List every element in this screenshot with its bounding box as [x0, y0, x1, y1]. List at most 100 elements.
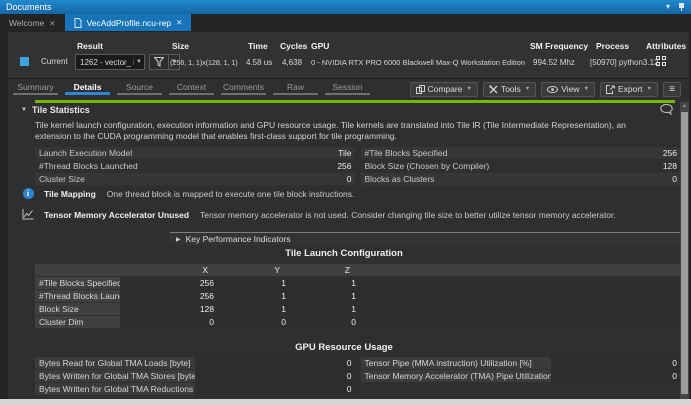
- attributes-grid-icon[interactable]: [656, 56, 667, 67]
- process-value: [50970] python3.12: [590, 58, 659, 67]
- cell-z: 1: [292, 277, 362, 289]
- scrollbar-thumb[interactable]: [681, 112, 688, 394]
- pin-icon[interactable]: [678, 3, 685, 11]
- gpu-resource-usage-title: GPU Resource Usage: [8, 342, 680, 353]
- view-button[interactable]: View ▼: [541, 82, 595, 97]
- row-value: 256: [245, 160, 355, 172]
- cycles-column-label: Cycles: [280, 41, 307, 51]
- menu-icon[interactable]: ≡: [663, 82, 681, 97]
- tab-context[interactable]: Context: [166, 82, 217, 96]
- row-label: #Tile Blocks Specified: [35, 277, 120, 289]
- size-value: (256, 1, 1)x(128, 1, 1): [170, 58, 238, 67]
- cell-x: 256: [120, 277, 220, 289]
- comment-icon[interactable]: [660, 104, 673, 115]
- cycles-value: 4,638: [282, 58, 302, 67]
- row-label: #Thread Blocks Launched: [35, 290, 120, 302]
- sm-frequency-value: 994.52 Mhz: [533, 58, 575, 67]
- row-label: Tensor Memory Accelerator (TMA) Pipe Uti…: [361, 370, 551, 382]
- document-icon: [74, 18, 82, 28]
- tools-button[interactable]: Tools ▼: [483, 82, 536, 97]
- chevron-down-icon[interactable]: ▾: [666, 2, 670, 12]
- gpu-column-label: GPU: [311, 41, 329, 51]
- filter-button[interactable]: [149, 54, 169, 70]
- row-label: #Thread Blocks Launched: [35, 160, 245, 172]
- chevron-down-icon: ▼: [133, 59, 144, 65]
- tab-vecaddprofile[interactable]: VecAddProfile.ncu-rep ✕: [65, 14, 192, 31]
- tab-welcome[interactable]: Welcome ✕: [0, 15, 65, 31]
- tab-comments[interactable]: Comments: [218, 82, 269, 96]
- row-value: 0: [551, 370, 681, 382]
- cell-x: 128: [120, 303, 220, 315]
- tab-source[interactable]: Source: [114, 82, 165, 96]
- gpu-resource-usage-table: Bytes Read for Global TMA Loads [byte] 0…: [35, 357, 680, 396]
- tab-summary[interactable]: Summary: [10, 82, 61, 96]
- row-value: 0: [195, 383, 355, 395]
- row-value: 0: [570, 173, 680, 185]
- table-row: Bytes Read for Global TMA Loads [byte] 0…: [35, 357, 680, 369]
- cell-z: 0: [292, 316, 362, 328]
- compare-button-label: Compare: [428, 84, 463, 94]
- eye-icon: [547, 85, 558, 94]
- table-row: #Thread Blocks Launched 256 Block Size (…: [35, 160, 680, 172]
- cell-x: 0: [120, 316, 220, 328]
- row-value: 256: [570, 147, 680, 159]
- cell-z: 1: [292, 303, 362, 315]
- compare-button[interactable]: Compare ▼: [410, 82, 478, 97]
- report-panel: Current Result 1262 - vector_ ▼ ▼ Size (…: [8, 32, 689, 399]
- page-tabbar: Summary Details Source Context Comments …: [8, 79, 689, 99]
- notice-title: Tensor Memory Accelerator Unused: [44, 210, 189, 220]
- close-icon[interactable]: ✕: [49, 19, 55, 28]
- size-column-label: Size: [172, 41, 189, 51]
- cell-x: 256: [120, 290, 220, 302]
- column-header-y: Y: [220, 264, 292, 276]
- row-label: Cluster Size: [35, 173, 245, 185]
- close-icon[interactable]: ✕: [176, 18, 182, 27]
- notice-text: Tensor memory accelerator is not used. C…: [200, 210, 616, 220]
- section-progress-bar: [35, 100, 675, 103]
- current-label: Current: [41, 57, 68, 66]
- current-result-color-swatch[interactable]: [20, 57, 29, 66]
- row-label: Block Size: [35, 303, 120, 315]
- chevron-down-icon: ▼: [525, 86, 530, 92]
- key-performance-indicators-expander[interactable]: ▶ Key Performance Indicators: [170, 232, 680, 245]
- tile-launch-configuration-title: Tile Launch Configuration: [8, 248, 680, 259]
- row-label: Bytes Read for Global TMA Loads [byte]: [35, 357, 195, 369]
- tile-statistics-description: Tile kernel launch configuration, execut…: [35, 120, 659, 141]
- export-icon: [606, 85, 615, 94]
- tile-statistics-title: Tile Statistics: [32, 105, 90, 115]
- vertical-scrollbar[interactable]: ▲: [680, 102, 689, 399]
- triangle-right-icon: ▶: [176, 236, 181, 243]
- gpu-value: 0 - NVIDIA RTX PRO 6000 Blackwell Max-Q …: [311, 58, 525, 67]
- info-icon: i: [21, 188, 35, 199]
- attributes-column-label: Attributes: [646, 41, 686, 51]
- tile-launch-configuration-table: X Y Z #Tile Blocks Specified 256 1 1 #Th…: [35, 264, 680, 329]
- row-value: 128: [570, 160, 680, 172]
- report-header: Current Result 1262 - vector_ ▼ ▼ Size (…: [8, 32, 689, 79]
- titlebar-title: Documents: [6, 0, 52, 14]
- tab-session[interactable]: Session: [322, 82, 373, 96]
- row-value: 0: [195, 370, 355, 382]
- tools-icon: [489, 85, 498, 94]
- table-row: Cluster Dim 0 0 0: [35, 316, 680, 328]
- tab-raw[interactable]: Raw: [270, 82, 321, 96]
- tools-button-label: Tools: [501, 84, 521, 94]
- document-tabbar: Welcome ✕ VecAddProfile.ncu-rep ✕: [0, 14, 691, 31]
- chevron-down-icon: ▼: [466, 86, 471, 92]
- compare-icon: [416, 85, 425, 94]
- chevron-down-icon: ▼: [584, 86, 589, 92]
- row-label: Cluster Dim: [35, 316, 120, 328]
- column-header-z: Z: [292, 264, 362, 276]
- tab-details[interactable]: Details: [62, 82, 113, 96]
- result-dropdown[interactable]: 1262 - vector_ ▼: [75, 54, 145, 70]
- sm-frequency-column-label: SM Frequency: [530, 41, 588, 51]
- time-value: 4.58 us: [246, 58, 272, 67]
- funnel-icon: [154, 57, 164, 67]
- time-column-label: Time: [248, 41, 268, 51]
- table-row: #Tile Blocks Specified 256 1 1: [35, 277, 680, 289]
- export-button[interactable]: Export ▼: [600, 82, 658, 97]
- cell-y: 1: [220, 303, 292, 315]
- kpi-expander-label: Key Performance Indicators: [186, 234, 291, 244]
- cell-y: 1: [220, 290, 292, 302]
- tile-statistics-section-header[interactable]: ▼ Tile Statistics: [21, 105, 90, 115]
- scroll-up-icon[interactable]: ▲: [680, 103, 689, 109]
